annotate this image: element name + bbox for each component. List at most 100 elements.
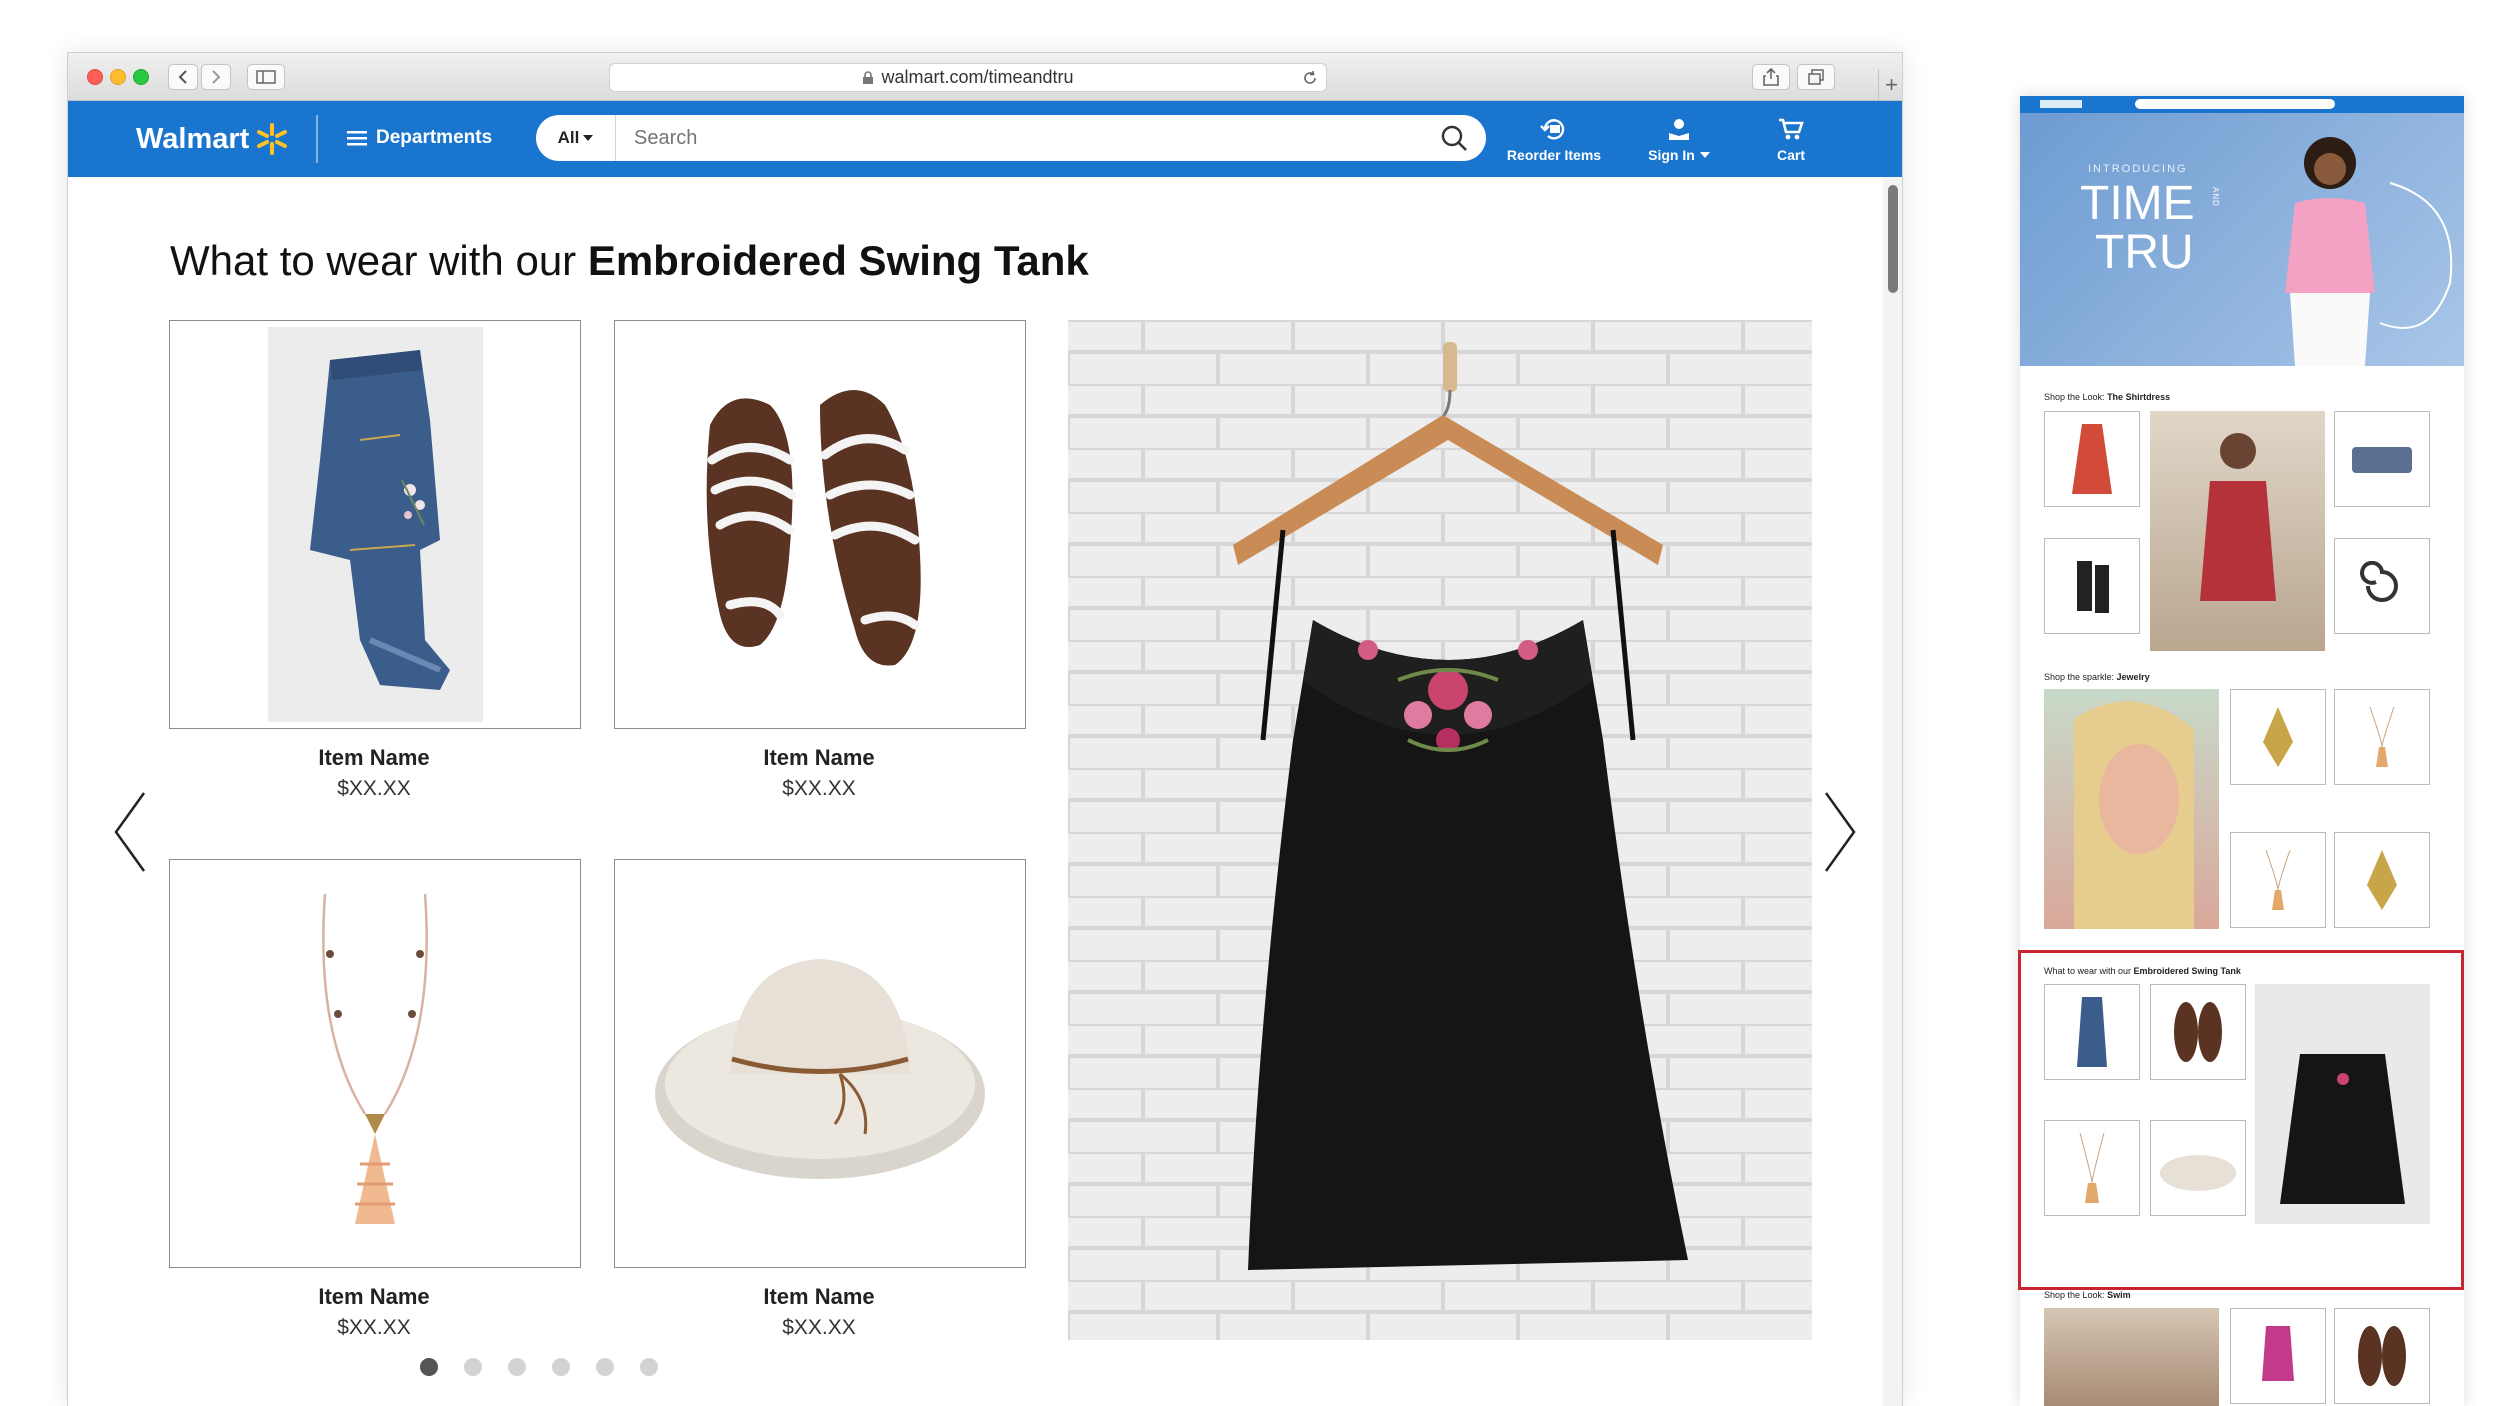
search-bar: All xyxy=(536,115,1486,161)
share-button[interactable] xyxy=(1752,64,1790,90)
section-title: What to wear with our Embroidered Swing … xyxy=(170,237,1089,285)
preview-header-bar xyxy=(2020,96,2464,113)
page-scrollbar[interactable] xyxy=(1883,177,1902,1406)
preview-hero-model-image xyxy=(2285,137,2453,366)
swirl-earring-image xyxy=(2360,561,2398,602)
preview-hero-brand-line2: TRU xyxy=(2095,226,2194,279)
reorder-label: Reorder Items xyxy=(1506,147,1602,163)
minimize-window-button[interactable] xyxy=(110,69,126,85)
reorder-items-button[interactable]: Reorder Items xyxy=(1504,117,1604,163)
clutch-image xyxy=(2352,447,2412,473)
share-icon xyxy=(1763,68,1779,86)
preview-tile xyxy=(2334,411,2430,507)
product-price: $XX.XX xyxy=(337,1316,411,1339)
address-bar[interactable]: walmart.com/timeandtru xyxy=(609,63,1327,92)
preview-jewelry-model xyxy=(2044,689,2219,929)
carousel-dot[interactable] xyxy=(596,1358,614,1376)
product-card[interactable]: Item Name $XX.XX xyxy=(614,859,1026,1340)
search-icon[interactable] xyxy=(1440,124,1468,152)
necklace-image xyxy=(322,893,428,1224)
section-title-product: Embroidered Swing Tank xyxy=(587,237,1089,284)
logo-text: Walmart xyxy=(136,122,250,155)
new-tab-button[interactable]: + xyxy=(1878,69,1902,101)
departments-label: Departments xyxy=(376,127,493,148)
product-image-tile[interactable] xyxy=(169,320,581,729)
browser-window: walmart.com/timeandtru + Walmart Departm… xyxy=(67,52,1903,1406)
departments-button[interactable]: Departments xyxy=(347,127,492,149)
hero-product-image[interactable] xyxy=(1068,320,1812,1340)
reload-icon[interactable] xyxy=(1302,70,1318,86)
product-image-tile[interactable] xyxy=(614,320,1026,729)
header-divider xyxy=(316,115,318,163)
forward-button[interactable] xyxy=(201,64,231,90)
sidebar-icon xyxy=(256,70,276,84)
close-window-button[interactable] xyxy=(87,69,103,85)
walmart-logo[interactable]: Walmart xyxy=(136,121,290,157)
carousel-dot[interactable] xyxy=(640,1358,658,1376)
preview-section-jewelry-title: Shop the sparkle: Jewelry xyxy=(2044,672,2150,682)
menu-icon xyxy=(347,131,367,146)
tabs-overview-button[interactable] xyxy=(1797,64,1835,90)
product-price: $XX.XX xyxy=(337,777,411,800)
preview-hero-brand-line1: TIME xyxy=(2080,177,2195,230)
jeans-image xyxy=(310,349,450,690)
preview-tile xyxy=(2230,1308,2326,1404)
browser-toolbar: walmart.com/timeandtru + xyxy=(68,53,1902,101)
preview-tile xyxy=(2230,689,2326,785)
cart-button[interactable]: Cart xyxy=(1761,117,1821,163)
product-card[interactable]: Item Name $XX.XX xyxy=(614,320,1026,801)
model-with-earrings-image xyxy=(2074,701,2194,929)
preview-section-swim-title: Shop the Look: Swim xyxy=(2044,1290,2131,1300)
cart-label: Cart xyxy=(1776,147,1805,163)
carousel-dot[interactable] xyxy=(508,1358,526,1376)
section-title-prefix: What to wear with our xyxy=(170,237,588,284)
cart-icon xyxy=(1779,118,1804,140)
sun-hat-image xyxy=(655,958,985,1179)
earring-image xyxy=(2367,850,2397,910)
caret-down-icon xyxy=(1699,152,1710,158)
chevron-left-icon xyxy=(178,70,187,84)
carousel-dot[interactable] xyxy=(464,1358,482,1376)
product-card[interactable]: Item Name $XX.XX xyxy=(169,320,581,801)
product-name[interactable]: Item Name xyxy=(169,745,579,771)
swing-tank-on-hanger-image xyxy=(1068,320,1812,1340)
product-card[interactable]: Item Name $XX.XX xyxy=(169,859,581,1340)
search-scope-label: All xyxy=(557,128,580,147)
carousel-dot-active[interactable] xyxy=(420,1358,438,1376)
preview-hero-banner: INTRODUCING TIME AND TRU xyxy=(2020,113,2464,366)
back-button[interactable] xyxy=(168,64,198,90)
chevron-right-icon xyxy=(212,70,221,84)
swimsuit-image xyxy=(2262,1326,2294,1381)
product-name[interactable]: Item Name xyxy=(614,1284,1024,1310)
product-name[interactable]: Item Name xyxy=(614,745,1024,771)
preview-tile xyxy=(2044,411,2140,507)
spark-icon xyxy=(257,123,288,155)
preview-swim-model xyxy=(2044,1308,2219,1406)
preview-hero-brand-and: AND xyxy=(2211,187,2220,207)
carousel-next-arrow-icon[interactable] xyxy=(1820,791,1860,873)
sign-in-button[interactable]: Sign In xyxy=(1633,117,1725,163)
search-input[interactable] xyxy=(632,124,1412,152)
zoom-window-button[interactable] xyxy=(133,69,149,85)
necklace-small-image xyxy=(2265,849,2291,910)
preview-tile xyxy=(2334,1308,2430,1404)
tabs-icon xyxy=(1808,69,1824,85)
carousel-prev-arrow-icon[interactable] xyxy=(110,791,150,873)
reorder-icon xyxy=(1540,119,1565,140)
scrollbar-thumb[interactable] xyxy=(1888,185,1898,293)
product-price: $XX.XX xyxy=(782,777,856,800)
product-name[interactable]: Item Name xyxy=(169,1284,579,1310)
shirtdress-image xyxy=(2072,424,2112,494)
search-scope-dropdown[interactable]: All xyxy=(536,115,616,161)
preview-tile xyxy=(2334,689,2430,785)
product-image-tile[interactable] xyxy=(169,859,581,1268)
sign-in-label: Sign In xyxy=(1648,147,1695,163)
current-section-highlight xyxy=(2018,950,2464,1290)
walmart-header: Walmart Departments All Reord xyxy=(68,101,1902,177)
sidebar-toggle-button[interactable] xyxy=(247,64,285,90)
carousel-dot[interactable] xyxy=(552,1358,570,1376)
preview-tile xyxy=(2044,538,2140,634)
sandals-thumb-image xyxy=(2358,1326,2406,1386)
product-image-tile[interactable] xyxy=(614,859,1026,1268)
product-price: $XX.XX xyxy=(782,1316,856,1339)
